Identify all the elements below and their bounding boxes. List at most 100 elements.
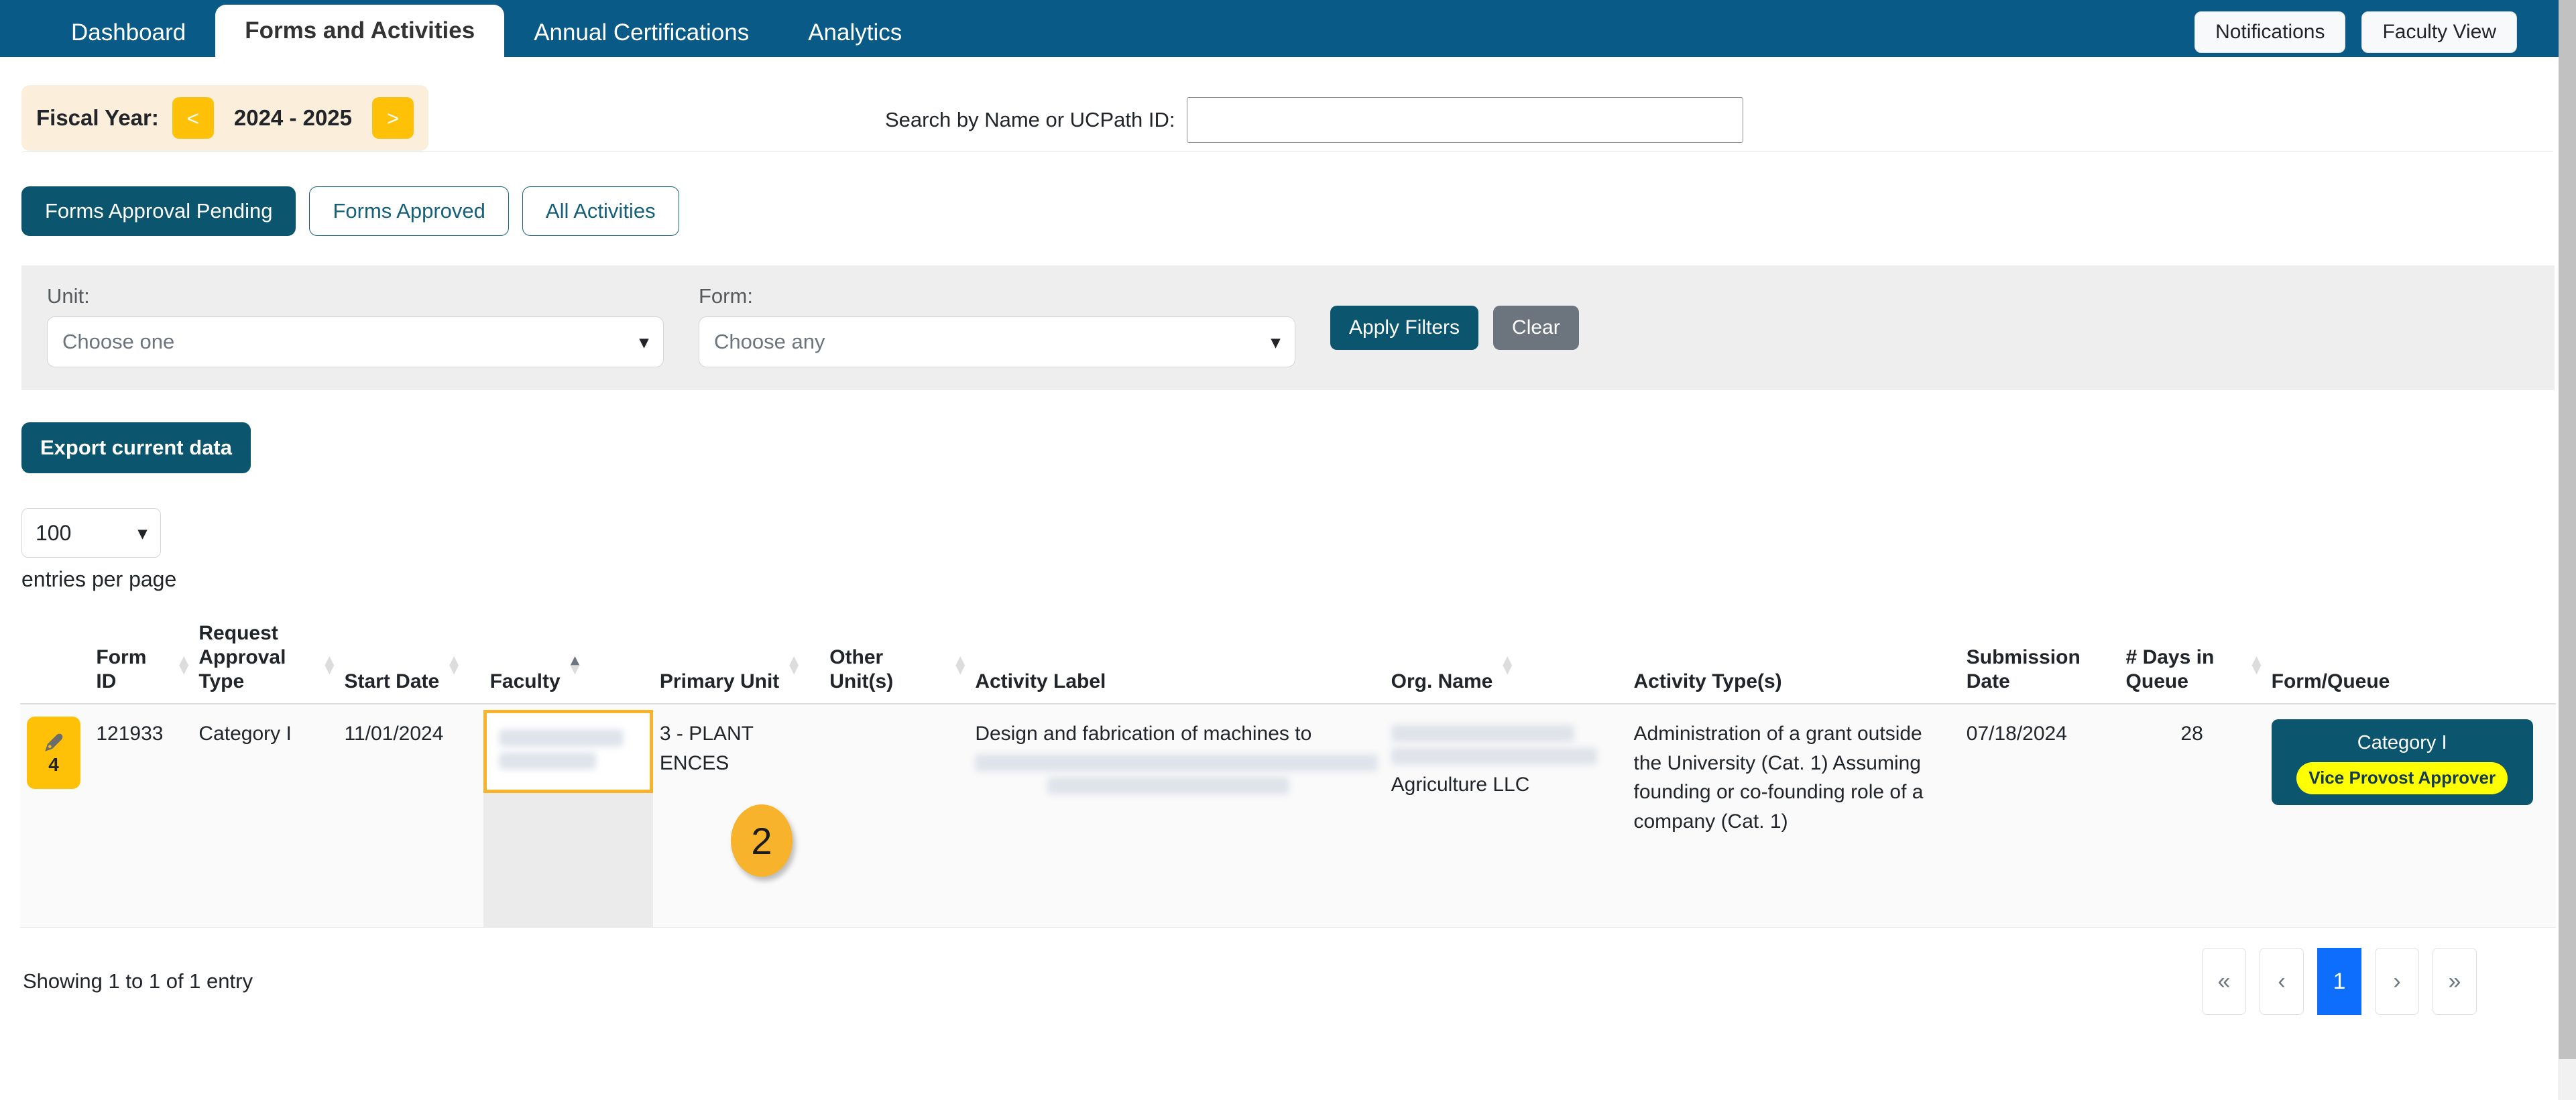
sort-icon[interactable]: ▲ ▼ [322, 652, 338, 678]
cell-start-date: 11/01/2024 [337, 704, 483, 928]
cell-request-approval-type: Category I [192, 704, 338, 928]
sort-icon[interactable]: ▲ ▼ [176, 652, 192, 678]
search-area: Search by Name or UCPath ID: [885, 97, 1744, 143]
sort-icon[interactable]: ▲ ▼ [2249, 652, 2265, 678]
cell-other-units [823, 704, 969, 928]
sort-icon[interactable]: ▲ ▼ [446, 652, 462, 678]
chevron-down-icon: ▾ [639, 331, 648, 352]
export-current-data-button[interactable]: Export current data [21, 422, 251, 473]
cell-faculty[interactable] [483, 704, 653, 928]
sort-icon[interactable]: ▲ ▼ [786, 652, 802, 678]
th-primary-unit-label: Primary Unit [659, 670, 780, 692]
nav-tab-forms-and-activities-label: Forms and Activities [245, 17, 475, 44]
cell-primary-unit-line1: 3 - PLANT [659, 723, 754, 745]
export-row: Export current data [20, 390, 2556, 473]
fiscal-year-label: Fiscal Year: [36, 105, 159, 130]
th-org-name-label: Org. Name [1391, 670, 1493, 692]
pen-tag-icon [45, 733, 63, 751]
th-other-units[interactable]: Other Unit(s) ▲ ▼ [823, 621, 969, 705]
pen-tag-badge[interactable]: 4 [27, 717, 80, 789]
th-days-in-queue[interactable]: # Days in Queue ▲ ▼ [2119, 621, 2265, 705]
apply-filters-button[interactable]: Apply Filters [1330, 306, 1479, 350]
th-form-id[interactable]: Form ID ▲ ▼ [89, 621, 192, 705]
nav-tab-annual-certifications[interactable]: Annual Certifications [504, 9, 778, 57]
fiscal-year-selector: Fiscal Year: < 2024 - 2025 > [21, 85, 429, 151]
form-queue-title: Category I [2357, 732, 2447, 753]
pen-tag-badge-count: 4 [48, 754, 59, 775]
form-queue-badge[interactable]: Category I Vice Provost Approver [2271, 719, 2533, 805]
th-faculty-label: Faculty [489, 670, 561, 692]
fiscal-year-next-button[interactable]: > [372, 97, 414, 139]
last-page-button[interactable]: » [2433, 948, 2477, 1015]
segment-forms-approved[interactable]: Forms Approved [309, 186, 509, 236]
th-submission-date[interactable]: Submission Date [1959, 621, 2119, 705]
th-primary-unit[interactable]: Primary Unit ▲ ▼ [652, 621, 823, 705]
entries-per-page-group: 100 ▾ entries per page [20, 473, 2556, 592]
search-input[interactable] [1187, 97, 1744, 143]
showing-entries-text: Showing 1 to 1 of 1 entry [23, 969, 253, 993]
form-filter-group: Form: Choose any ▾ [699, 284, 1295, 367]
cell-badge: 4 [20, 704, 90, 928]
th-faculty[interactable]: Faculty ▲ ▼ [483, 621, 653, 705]
redacted-text [1391, 747, 1598, 765]
th-days-in-queue-label: # Days in Queue [2125, 646, 2215, 692]
form-queue-approver-pill: Vice Provost Approver [2296, 762, 2508, 794]
fiscal-year-value: 2024 - 2025 [233, 105, 353, 130]
faculty-cell-highlight[interactable] [483, 710, 653, 793]
nav-tab-analytics[interactable]: Analytics [778, 9, 931, 57]
prev-page-button[interactable]: ‹ [2260, 948, 2304, 1015]
first-page-button[interactable]: « [2202, 948, 2246, 1015]
chevron-down-icon: ▾ [137, 522, 147, 543]
redacted-text [975, 753, 1378, 772]
th-activity-types[interactable]: Activity Type(s) [1627, 621, 1960, 705]
page-1-button[interactable]: 1 [2317, 948, 2361, 1015]
clear-filters-button[interactable]: Clear [1493, 306, 1579, 350]
top-navigation-bar: Dashboard Forms and Activities Annual Ce… [0, 0, 2576, 57]
step-marker-2: 2 [731, 804, 793, 877]
form-filter-select[interactable]: Choose any ▾ [699, 316, 1295, 367]
faculty-view-button[interactable]: Faculty View [2361, 11, 2517, 53]
page-content: Fiscal Year: < 2024 - 2025 > Search by N… [0, 57, 2576, 1015]
cell-days-in-queue: 28 [2119, 704, 2265, 928]
nav-tab-dashboard[interactable]: Dashboard [42, 9, 215, 57]
forms-table: Form ID ▲ ▼ Request Approval Type ▲ ▼ Star… [20, 621, 2556, 928]
cell-submission-date: 07/18/2024 [1959, 704, 2119, 928]
unit-filter-value: Choose one [62, 330, 175, 353]
fiscal-year-prev-button[interactable]: < [172, 97, 214, 139]
sort-icon-active-asc[interactable]: ▲ ▼ [567, 652, 583, 678]
cell-primary-unit-line2: ENCES [659, 751, 729, 774]
th-other-units-label: Other Unit(s) [829, 646, 894, 692]
nav-tab-forms-and-activities[interactable]: Forms and Activities [215, 5, 505, 57]
entries-per-page-select[interactable]: 100 ▾ [21, 508, 161, 558]
sort-icon[interactable]: ▲ ▼ [952, 652, 968, 678]
th-submission-date-label: Submission Date [1966, 646, 2081, 692]
th-form-queue: Form/Queue [2264, 621, 2556, 705]
pagination: « ‹ 1 › » [2202, 948, 2551, 1015]
redacted-text [498, 752, 596, 770]
unit-filter-group: Unit: Choose one ▾ [47, 284, 664, 367]
table-header: Form ID ▲ ▼ Request Approval Type ▲ ▼ Star… [20, 621, 2556, 705]
unit-filter-select[interactable]: Choose one ▾ [47, 316, 664, 367]
th-start-date[interactable]: Start Date ▲ ▼ [337, 621, 483, 705]
th-org-name[interactable]: Org. Name ▲ ▼ [1384, 621, 1627, 705]
sort-icon[interactable]: ▲ ▼ [1499, 652, 1515, 678]
table-body: 4 121933 Category I 11/01/2024 3 - PLANT… [20, 704, 2556, 928]
th-activity-types-label: Activity Type(s) [1633, 670, 1782, 692]
unit-filter-label: Unit: [47, 284, 90, 308]
nav-actions: Notifications Faculty View [2194, 11, 2517, 53]
th-activity-label[interactable]: Activity Label [968, 621, 1385, 705]
segment-forms-approval-pending[interactable]: Forms Approval Pending [21, 186, 296, 236]
notifications-button[interactable]: Notifications [2194, 11, 2346, 53]
table-header-row: Form ID ▲ ▼ Request Approval Type ▲ ▼ Star… [20, 621, 2556, 705]
th-start-date-label: Start Date [344, 670, 440, 692]
vertical-scrollbar-thumb[interactable] [2559, 0, 2576, 1059]
cell-activity-types: Administration of a grant outside the Un… [1627, 704, 1960, 928]
redacted-text [498, 729, 624, 747]
entries-per-page-caption: entries per page [21, 567, 177, 591]
table-row: 4 121933 Category I 11/01/2024 3 - PLANT… [20, 704, 2556, 928]
cell-org-name-text: Agriculture LLC [1391, 774, 1530, 796]
th-request-approval-type[interactable]: Request Approval Type ▲ ▼ [192, 621, 338, 705]
next-page-button[interactable]: › [2375, 948, 2419, 1015]
vertical-scrollbar[interactable] [2559, 0, 2576, 1100]
segment-all-activities[interactable]: All Activities [522, 186, 679, 236]
